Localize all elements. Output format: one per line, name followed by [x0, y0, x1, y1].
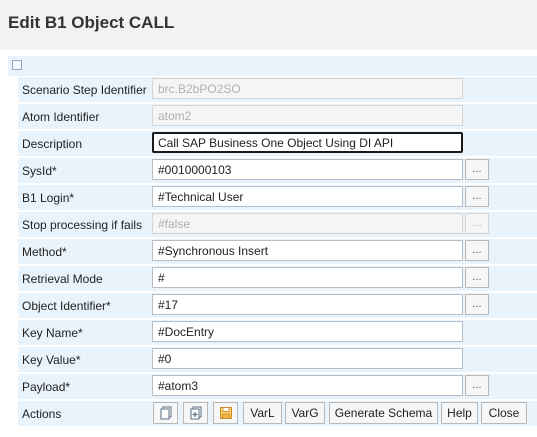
- row-key-value: Key Value* #0: [18, 346, 537, 373]
- row-actions: Actions VarL VarG Generate Schema Help C…: [18, 400, 537, 427]
- method-browse-button[interactable]: ...: [465, 240, 489, 261]
- scenario-step-identifier-field: brc.B2bPO2SO: [152, 78, 463, 99]
- stop-processing-browse-button: ...: [465, 213, 489, 234]
- retrieval-mode-browse-button[interactable]: ...: [465, 267, 489, 288]
- close-button[interactable]: Close: [481, 402, 527, 424]
- method-input[interactable]: #Synchronous Insert: [152, 240, 463, 261]
- field-label: Description: [22, 137, 83, 151]
- description-input[interactable]: Call SAP Business One Object Using DI AP…: [152, 132, 463, 153]
- dialog-title-bar: Edit B1 Object CALL: [0, 0, 537, 51]
- actions-label: Actions: [22, 407, 62, 421]
- section-header: [8, 56, 537, 76]
- atom-identifier-field: atom2: [152, 105, 463, 126]
- sysid-browse-button[interactable]: ...: [465, 159, 489, 180]
- field-label: Key Value*: [22, 353, 81, 367]
- row-method: Method* #Synchronous Insert ...: [18, 238, 537, 265]
- save-icon[interactable]: [213, 402, 238, 424]
- dialog-title: Edit B1 Object CALL: [8, 13, 175, 32]
- row-scenario-step-identifier: Scenario Step Identifier brc.B2bPO2SO: [18, 76, 537, 103]
- help-button[interactable]: Help: [441, 402, 478, 424]
- object-identifier-browse-button[interactable]: ...: [465, 294, 489, 315]
- b1-login-browse-button[interactable]: ...: [465, 186, 489, 207]
- row-sysid: SysId* #0010000103 ...: [18, 157, 537, 184]
- field-label: Retrieval Mode: [22, 272, 103, 286]
- field-label: Scenario Step Identifier: [22, 83, 147, 97]
- generate-schema-button[interactable]: Generate Schema: [329, 402, 438, 424]
- copy-icon[interactable]: [153, 402, 178, 424]
- retrieval-mode-input[interactable]: #: [152, 267, 463, 288]
- stop-processing-field: #false: [152, 213, 463, 234]
- sysid-input[interactable]: #0010000103: [152, 159, 463, 180]
- collapse-toggle-icon[interactable]: [12, 60, 22, 70]
- field-label: Atom Identifier: [22, 110, 100, 124]
- field-label: Payload*: [22, 380, 71, 394]
- key-value-input[interactable]: #0: [152, 348, 463, 369]
- row-b1-login: B1 Login* #Technical User ...: [18, 184, 537, 211]
- field-label: SysId*: [22, 164, 57, 178]
- payload-input[interactable]: #atom3: [152, 375, 463, 396]
- field-label: Stop processing if fails: [22, 218, 143, 232]
- add-page-icon[interactable]: [183, 402, 208, 424]
- payload-browse-button[interactable]: ...: [465, 375, 489, 396]
- b1-login-input[interactable]: #Technical User: [152, 186, 463, 207]
- row-description: Description Call SAP Business One Object…: [18, 130, 537, 157]
- row-retrieval-mode: Retrieval Mode # ...: [18, 265, 537, 292]
- form-area: Scenario Step Identifier brc.B2bPO2SO At…: [0, 50, 537, 437]
- row-payload: Payload* #atom3 ...: [18, 373, 537, 400]
- field-label: B1 Login*: [22, 191, 75, 205]
- varg-button[interactable]: VarG: [285, 402, 325, 424]
- field-label: Object Identifier*: [22, 299, 111, 313]
- varl-button[interactable]: VarL: [243, 402, 282, 424]
- row-stop-processing: Stop processing if fails #false ...: [18, 211, 537, 238]
- field-label: Method*: [22, 245, 67, 259]
- row-key-name: Key Name* #DocEntry: [18, 319, 537, 346]
- row-object-identifier: Object Identifier* #17 ...: [18, 292, 537, 319]
- field-label: Key Name*: [22, 326, 83, 340]
- object-identifier-input[interactable]: #17: [152, 294, 463, 315]
- row-atom-identifier: Atom Identifier atom2: [18, 103, 537, 130]
- key-name-input[interactable]: #DocEntry: [152, 321, 463, 342]
